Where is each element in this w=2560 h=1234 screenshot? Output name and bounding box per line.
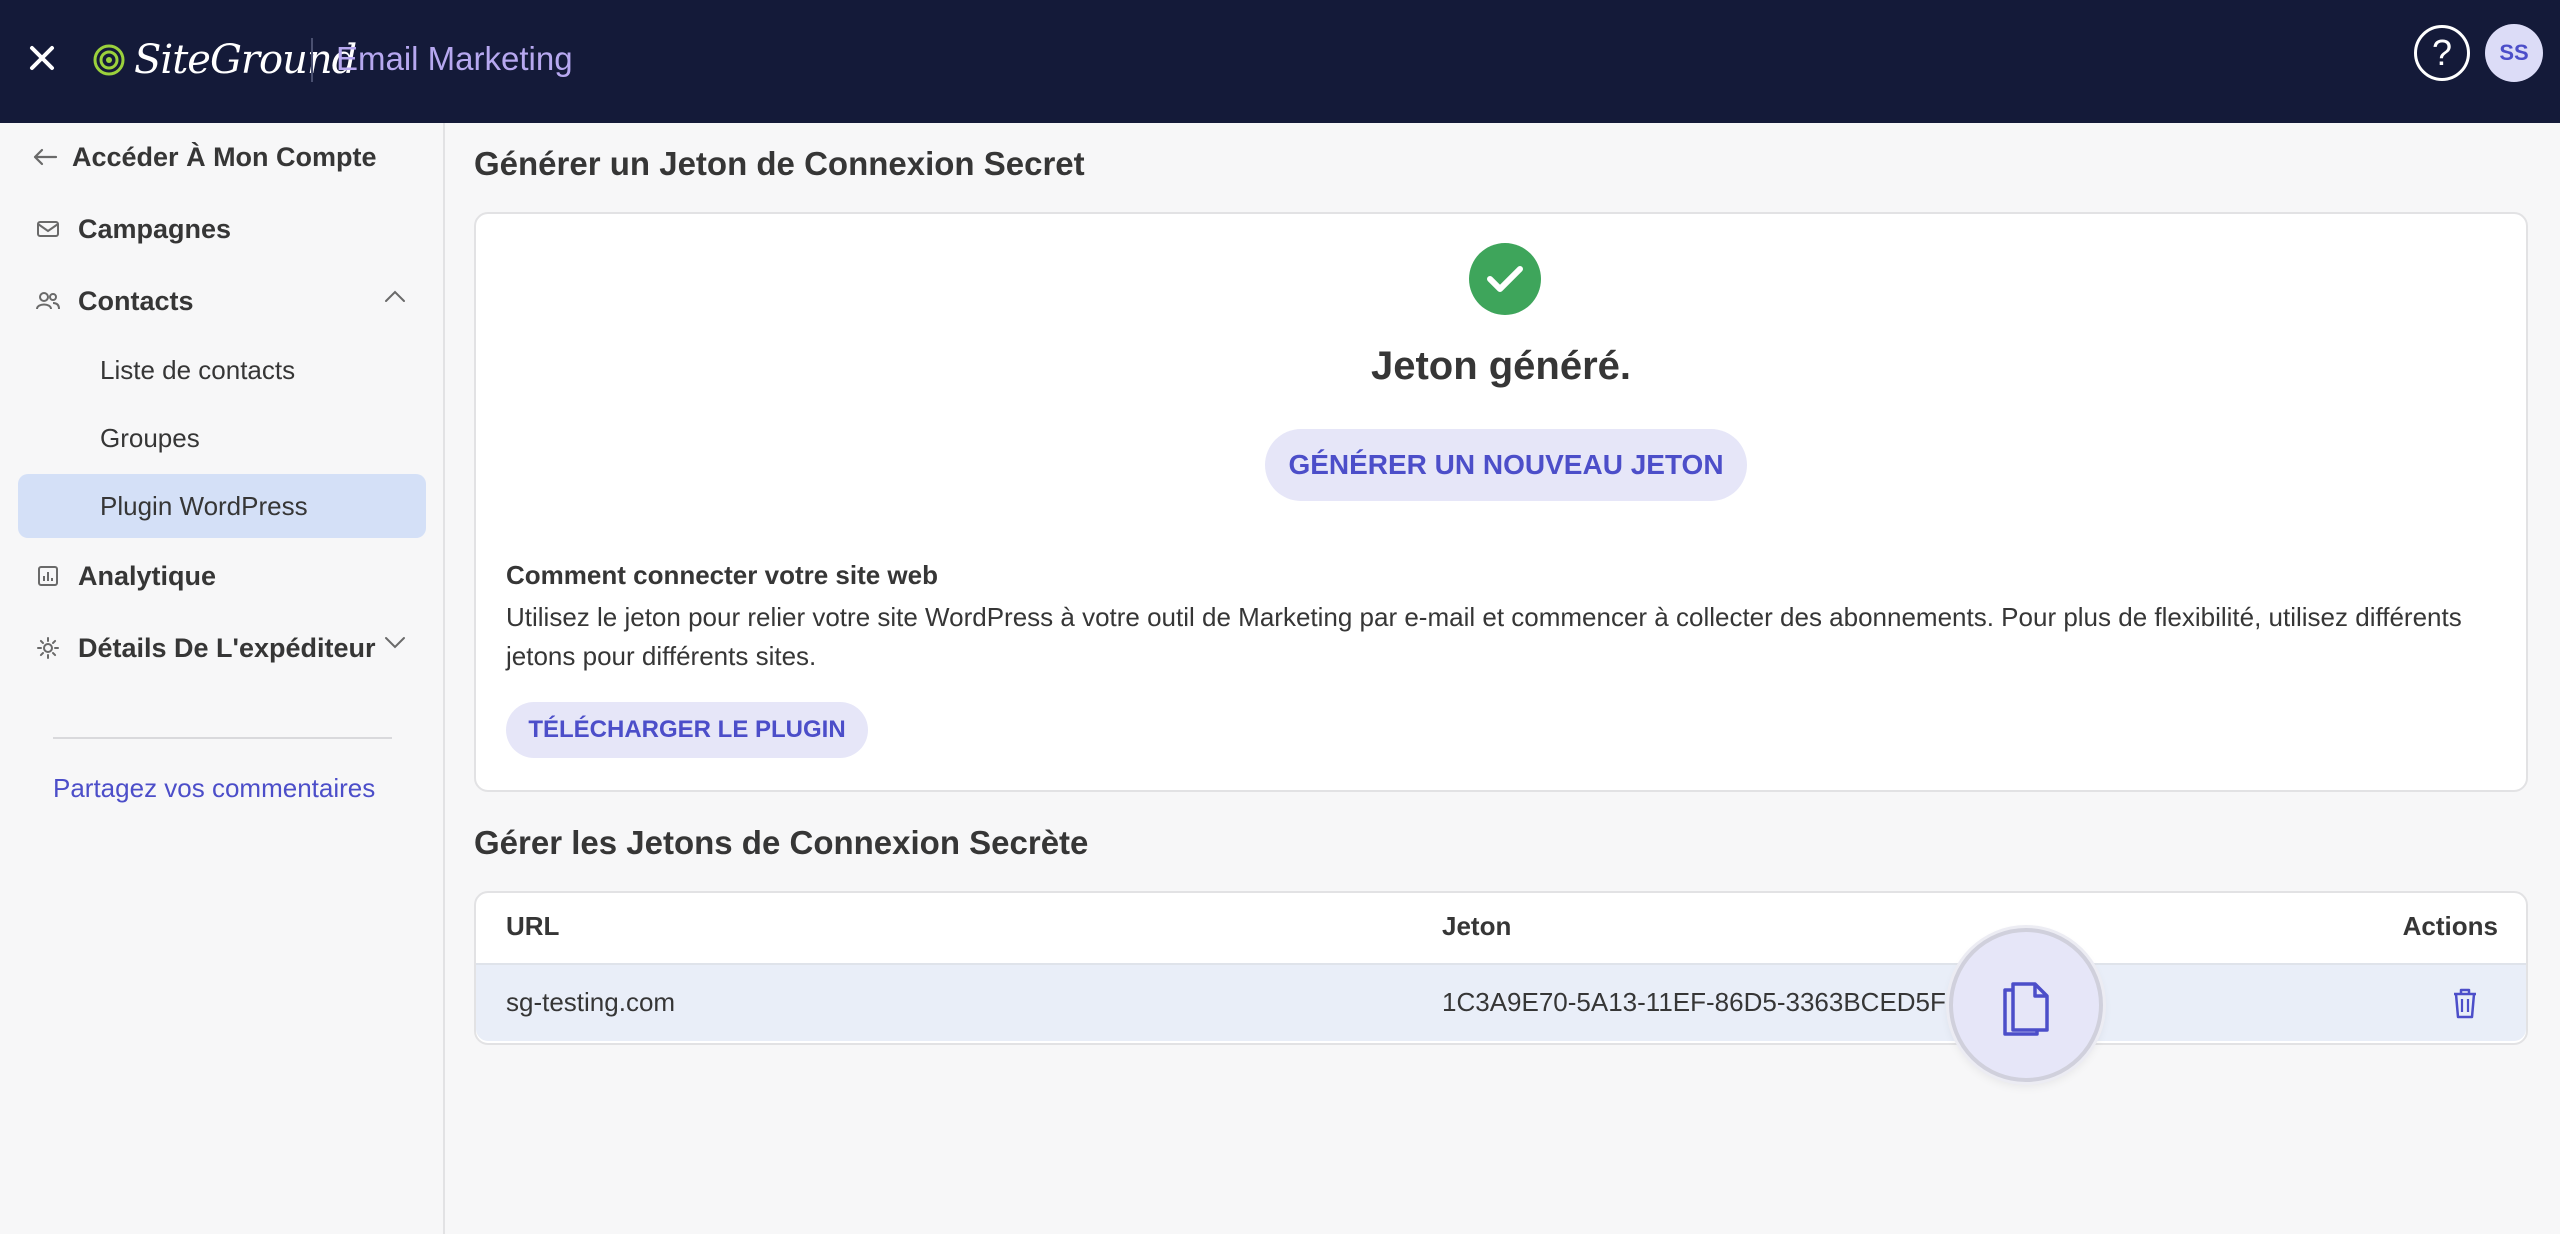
- row-token: 1C3A9E70-5A13-11EF-86D5-3363BCED5F: [1442, 987, 1946, 1017]
- sidebar-subitem-groups[interactable]: Groupes: [18, 406, 426, 470]
- token-status-title: Jeton généré.: [1370, 344, 1632, 388]
- column-header-url: URL: [506, 911, 560, 941]
- sidebar-item-sender-details[interactable]: Détails De L'expéditeur: [18, 618, 426, 678]
- close-icon: [30, 46, 54, 70]
- sidebar-subitem-wordpress-plugin[interactable]: Plugin WordPress: [18, 474, 426, 538]
- sidebar-divider: [53, 737, 392, 739]
- back-label: Accéder À Mon Compte: [72, 141, 377, 172]
- sidebar-item-campagnes[interactable]: Campagnes: [18, 199, 426, 259]
- logo-text: SiteGround: [134, 37, 357, 83]
- row-url: sg-testing.com: [506, 987, 676, 1017]
- siteground-logo: SiteGround: [92, 34, 357, 86]
- gear-icon: [37, 637, 59, 659]
- trash-icon: [2454, 988, 2476, 1019]
- logo-divider: [311, 38, 313, 82]
- chart-icon: [38, 566, 58, 586]
- sidebar-item-label: Détails De L'expéditeur: [78, 632, 376, 663]
- back-to-account-link[interactable]: Accéder À Mon Compte: [18, 127, 426, 187]
- sidebar-item-label: Analytique: [78, 560, 217, 591]
- app-name: Email Marketing: [336, 40, 573, 77]
- how-to-connect-text: Utilisez le jeton pour relier votre site…: [506, 602, 2462, 671]
- copy-token-button[interactable]: [1949, 928, 2103, 1082]
- sidebar-item-label: Campagnes: [78, 213, 232, 244]
- how-to-connect-title: Comment connecter votre site web: [506, 560, 938, 590]
- success-check: [1469, 243, 1541, 315]
- sidebar-item-contacts[interactable]: Contacts: [18, 271, 426, 331]
- top-bar: SiteGround Email Marketing ? SS: [0, 0, 2560, 123]
- chevron-up-icon: [385, 290, 405, 302]
- manage-section-title: Gérer les Jetons de Connexion Secrète: [474, 824, 1089, 861]
- generate-token-card: Jeton généré. GÉNÉRER UN NOUVEAU JETON C…: [474, 212, 2528, 792]
- close-button[interactable]: [22, 38, 62, 78]
- siteground-swirl-icon: [93, 44, 125, 76]
- download-plugin-button[interactable]: TÉLÉCHARGER LE PLUGIN: [506, 702, 868, 758]
- help-button[interactable]: ?: [2414, 25, 2470, 81]
- sidebar-subitem-contact-list[interactable]: Liste de contacts: [18, 338, 426, 402]
- column-header-actions: Actions: [2402, 911, 2498, 941]
- mail-icon: [37, 221, 59, 237]
- check-icon: [1487, 266, 1523, 292]
- tokens-table: URL Jeton Actions sg-testing.com 1C3A9E7…: [474, 891, 2528, 1045]
- sidebar-item-analytique[interactable]: Analytique: [18, 546, 426, 606]
- table-row: sg-testing.com 1C3A9E70-5A13-11EF-86D5-3…: [476, 963, 2526, 1041]
- generate-section-title: Générer un Jeton de Connexion Secret: [474, 145, 1085, 182]
- avatar[interactable]: SS: [2485, 24, 2543, 82]
- question-circle-icon: ?: [2431, 32, 2453, 73]
- copy-icon: [2003, 982, 2049, 1036]
- feedback-link[interactable]: Partagez vos commentaires: [53, 773, 375, 804]
- chevron-down-icon: [385, 637, 405, 649]
- delete-token-button[interactable]: [2448, 983, 2482, 1023]
- sidebar: Accéder À Mon Compte Campagnes Contacts …: [0, 123, 445, 1234]
- generate-new-token-button[interactable]: GÉNÉRER UN NOUVEAU JETON: [1265, 429, 1747, 501]
- arrow-left-icon: [33, 148, 58, 166]
- contacts-icon: [36, 292, 60, 310]
- sidebar-item-label: Contacts: [78, 285, 194, 316]
- column-header-token: Jeton: [1442, 911, 1512, 941]
